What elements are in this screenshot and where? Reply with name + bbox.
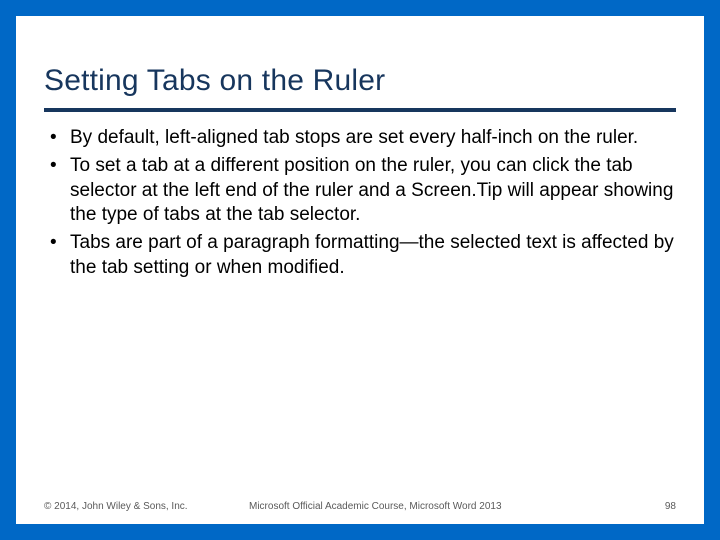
bullet-list: By default, left-aligned tab stops are s…: [44, 126, 676, 280]
list-item: Tabs are part of a paragraph formatting—…: [44, 231, 676, 280]
list-item: By default, left-aligned tab stops are s…: [44, 126, 676, 150]
footer-copyright: © 2014, John Wiley & Sons, Inc.: [44, 501, 249, 512]
footer-page-number: 98: [665, 501, 676, 512]
slide-frame: Setting Tabs on the Ruler By default, le…: [0, 0, 720, 540]
footer-course: Microsoft Official Academic Course, Micr…: [249, 501, 665, 512]
list-item: To set a tab at a different position on …: [44, 154, 676, 227]
slide-panel: Setting Tabs on the Ruler By default, le…: [16, 16, 704, 524]
slide-footer: © 2014, John Wiley & Sons, Inc. Microsof…: [44, 501, 676, 512]
slide-title: Setting Tabs on the Ruler: [44, 64, 676, 112]
